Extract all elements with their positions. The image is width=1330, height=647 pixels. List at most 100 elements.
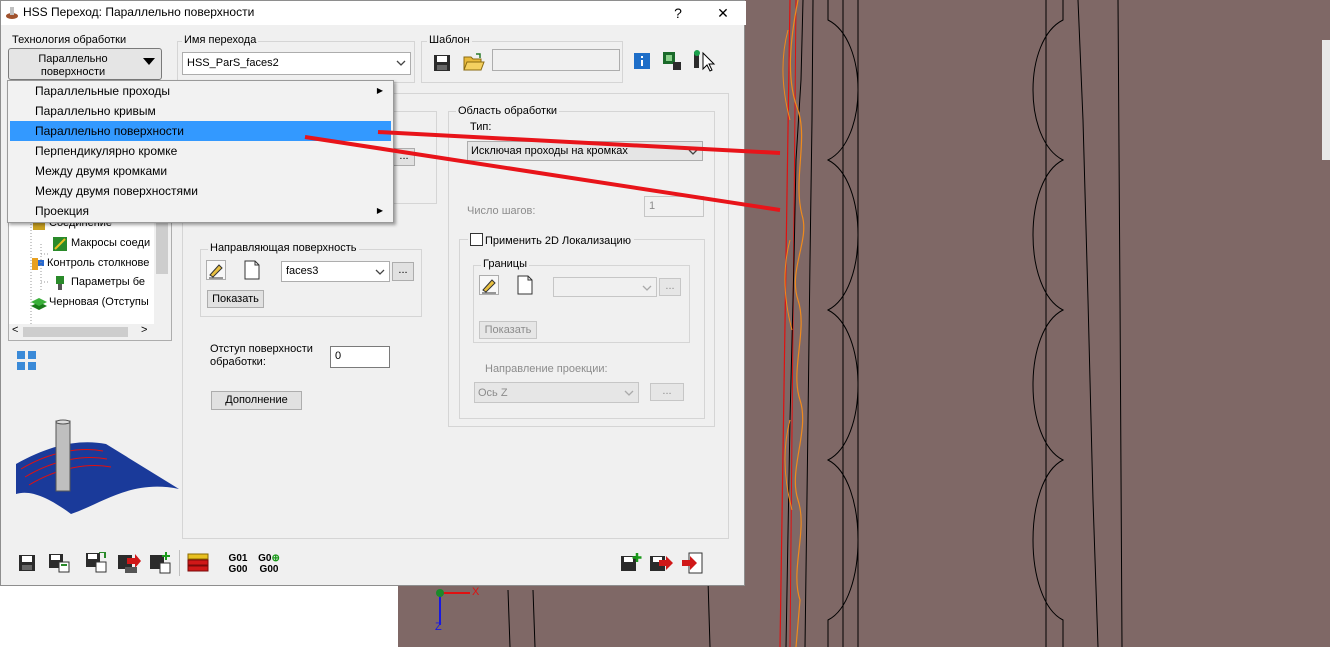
type-select[interactable]: Исключая проходы на кромках (467, 141, 703, 161)
app-icon (5, 6, 19, 20)
info-icon[interactable] (634, 53, 650, 69)
step-name-label: Имя перехода (182, 34, 259, 46)
projection-value: Ось Z (478, 387, 508, 399)
save-calc-close-icon[interactable] (85, 552, 107, 574)
localization-label: Применить 2D Локализацию (485, 235, 631, 247)
menu-item-parallel-passes[interactable]: Параллельные проходы ▶ (10, 81, 391, 101)
chevron-down-icon (143, 58, 155, 66)
help-button[interactable]: ? (663, 3, 693, 23)
menu-item-label: Параллельные проходы (35, 84, 171, 98)
menu-item-label: Перпендикулярно кромке (35, 144, 178, 158)
offset-label: Отступ поверхности обработки: (210, 343, 313, 369)
addition-button[interactable]: Дополнение (211, 391, 302, 410)
template-label: Шаблон (427, 34, 472, 46)
tree-item-label: Параметры бе (71, 276, 145, 288)
menu-item-perpendicular-edge[interactable]: Перпендикулярно кромке (10, 141, 391, 161)
tree-horizontal-scrollbar[interactable]: < > (9, 324, 171, 340)
offset-input[interactable]: 0 (330, 346, 390, 368)
guide-surface-browse-button[interactable]: ... (392, 262, 414, 281)
menu-item-label: Параллельно кривым (35, 104, 156, 118)
bounds-edit-icon[interactable] (479, 275, 499, 295)
plus-circle-icon: ⊕ (271, 553, 280, 564)
right-toolbar[interactable] (1322, 40, 1330, 160)
bounds-select[interactable] (553, 277, 657, 297)
tool-settings-icon[interactable] (661, 50, 683, 72)
step-name-value: HSS_ParS_faces2 (187, 57, 279, 69)
guide-surface-label: Направляющая поверхность (208, 242, 359, 254)
template-field[interactable] (492, 49, 620, 71)
title-bar: HSS Переход: Параллельно поверхности ? ✕ (1, 1, 746, 25)
edit-pencil-icon[interactable] (206, 260, 226, 280)
chevron-down-icon (624, 388, 634, 398)
close-button[interactable]: ✕ (708, 3, 738, 23)
technology-selected-line1: Параллельно (38, 53, 108, 65)
submenu-arrow-icon: ▶ (376, 206, 383, 215)
offset-label-line2: обработки: (210, 356, 266, 368)
g0-g00-button[interactable]: G0⊕ G00 (256, 553, 282, 575)
menu-item-between-surfaces[interactable]: Между двумя поверхностями (10, 181, 391, 201)
steps-input[interactable]: 1 (644, 196, 704, 217)
bounds-browse-button[interactable]: ... (659, 278, 681, 296)
technology-menu[interactable]: Параллельные проходы ▶ Параллельно кривы… (7, 80, 394, 223)
projection-label: Направление проекции: (485, 363, 608, 375)
menu-item-parallel-surface[interactable]: Параллельно поверхности (10, 121, 391, 141)
bounds-new-icon[interactable] (515, 275, 535, 295)
chevron-down-icon (688, 147, 698, 157)
save-simulate-icon[interactable] (117, 552, 141, 574)
step-name-input[interactable]: HSS_ParS_faces2 (182, 52, 411, 75)
g0-label: G0 (258, 553, 272, 564)
pointer-pick-icon[interactable] (691, 49, 717, 73)
scroll-right-icon[interactable]: > (141, 324, 147, 336)
menu-item-label: Параллельно поверхности (35, 124, 184, 138)
open-folder-icon[interactable] (463, 53, 485, 71)
bounds-show-button[interactable]: Показать (479, 321, 537, 339)
technology-illustration (11, 419, 181, 519)
type-value: Исключая проходы на кромках (471, 145, 628, 157)
chevron-down-icon (375, 267, 385, 277)
menu-item-between-edges[interactable]: Между двумя кромками (10, 161, 391, 181)
save-run-icon[interactable] (649, 553, 673, 573)
scroll-left-icon[interactable]: < (12, 324, 18, 336)
chevron-down-icon (396, 58, 406, 68)
guide-surface-show-button[interactable]: Показать (207, 290, 264, 308)
window-title: HSS Переход: Параллельно поверхности (23, 5, 255, 19)
tree-item-label: Макросы соеди (71, 237, 151, 249)
save-template-icon[interactable] (433, 54, 451, 72)
hidden-browse-button[interactable]: ... (393, 148, 415, 166)
steps-label: Число шагов: (467, 205, 536, 217)
scrollbar-thumb[interactable] (23, 327, 128, 337)
exit-icon[interactable] (681, 552, 703, 574)
bounds-label: Границы (481, 258, 529, 270)
machining-area-label: Область обработки (456, 105, 560, 117)
layers-stack-icon[interactable] (187, 552, 209, 576)
menu-item-label: Между двумя кромками (35, 164, 168, 178)
technology-dropdown[interactable]: Параллельно поверхности (8, 48, 162, 80)
type-label: Тип: (470, 121, 492, 133)
offset-label-line1: Отступ поверхности (210, 343, 313, 355)
submenu-arrow-icon: ▶ (376, 86, 383, 95)
save-add-icon[interactable] (620, 553, 642, 573)
g01-label: G01 (228, 553, 248, 564)
toolbar-separator (179, 550, 180, 576)
technology-label: Технология обработки (12, 34, 127, 46)
menu-item-projection[interactable]: Проекция ▶ (10, 201, 391, 221)
projection-select[interactable]: Ось Z (474, 382, 639, 403)
save-calc-icon[interactable] (48, 553, 70, 573)
menu-item-label: Проекция (35, 204, 89, 218)
guide-surface-select[interactable]: faces3 (281, 261, 390, 282)
technology-selected-line2: поверхности (40, 66, 106, 78)
localization-checkbox-row[interactable]: Применить 2D Локализацию (468, 233, 634, 247)
grid-view-icon[interactable] (17, 351, 37, 371)
menu-item-parallel-curves[interactable]: Параллельно кривым (10, 101, 391, 121)
axis-x-label: X (472, 586, 480, 598)
save-new-icon[interactable] (149, 552, 173, 574)
g00-label-2: G00 (259, 564, 279, 575)
save-icon[interactable] (18, 554, 36, 572)
tree-lines (30, 224, 49, 324)
g01-g00-button[interactable]: G01 G00 (226, 553, 250, 575)
guide-surface-value: faces3 (286, 265, 319, 277)
localization-checkbox[interactable] (470, 233, 483, 246)
projection-browse-button[interactable]: ... (650, 383, 684, 401)
axis-z-label: Z (435, 621, 442, 633)
new-document-icon[interactable] (242, 260, 262, 280)
